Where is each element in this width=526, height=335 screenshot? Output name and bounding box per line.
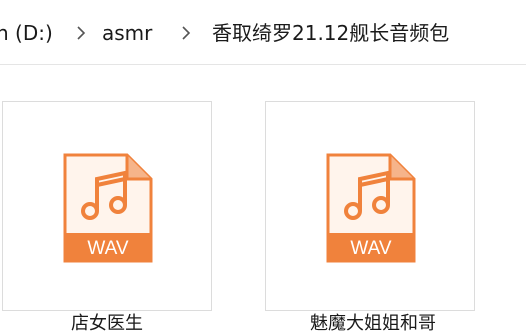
address-breadcrumb: n (D:) asmr 香取绮罗21.12舰长音频包 — [0, 0, 526, 65]
svg-text:WAV: WAV — [87, 238, 128, 259]
breadcrumb-item-folder[interactable]: 香取绮罗21.12舰长音频包 — [212, 20, 449, 46]
svg-text:WAV: WAV — [350, 238, 391, 259]
wav-file-icon: WAV — [63, 153, 153, 263]
chevron-right-icon[interactable] — [179, 25, 193, 41]
wav-file-icon: WAV — [326, 153, 416, 263]
breadcrumb-item-drive[interactable]: n (D:) — [0, 20, 53, 46]
file-name: 魅魔大姐姐和哥 — [310, 313, 436, 334]
file-name: 店女医生 — [71, 313, 143, 334]
breadcrumb-item-asmr[interactable]: asmr — [102, 20, 152, 46]
chevron-right-icon[interactable] — [74, 25, 88, 41]
